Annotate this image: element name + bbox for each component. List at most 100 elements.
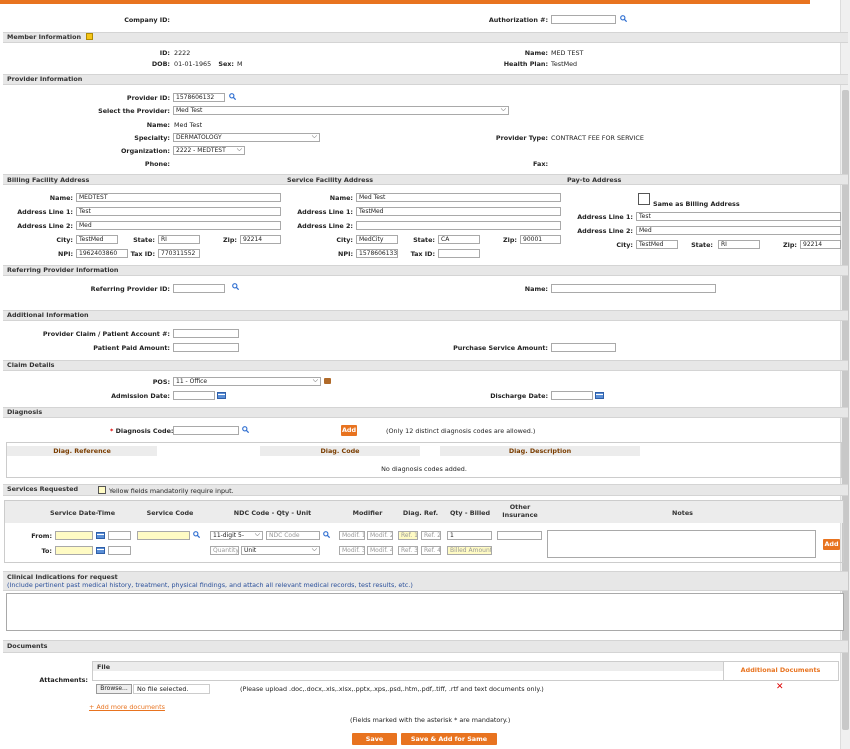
- modifier-1-input[interactable]: Modif. 1: [339, 531, 365, 540]
- patient-paid-input[interactable]: [173, 343, 239, 352]
- authorization-input[interactable]: [551, 15, 616, 24]
- pos-select[interactable]: 11 - Office ⌵: [173, 377, 321, 386]
- add-more-documents-link[interactable]: + Add more documents: [89, 703, 165, 711]
- referring-id-input[interactable]: [173, 284, 225, 293]
- same-as-billing-label: Same as Billing Address: [653, 200, 740, 208]
- service-tax-input[interactable]: [438, 249, 480, 258]
- same-as-billing-checkbox[interactable]: [638, 193, 650, 205]
- save-button[interactable]: Save: [352, 733, 397, 745]
- phone-label: Phone:: [144, 160, 170, 168]
- service-city-input[interactable]: MedCity: [356, 235, 398, 244]
- service-facility-title: Service Facility Address: [287, 176, 374, 184]
- save-and-add-button[interactable]: Save & Add for Same Member: [401, 733, 497, 749]
- service-addr1-input[interactable]: TestMed: [356, 207, 561, 216]
- alert-icon[interactable]: [86, 33, 94, 40]
- modifier-4-input[interactable]: Modif. 4: [367, 546, 393, 555]
- browse-button[interactable]: Browse...: [96, 684, 132, 694]
- ndc-header: NDC Code - Qty - Unit: [233, 509, 312, 517]
- service-state-input[interactable]: CA: [438, 235, 480, 244]
- member-id-value: 2222: [174, 49, 191, 57]
- other-insurance-header: Other Insurance: [502, 503, 538, 519]
- billing-addr2-input[interactable]: Med: [76, 221, 281, 230]
- calendar-icon[interactable]: [217, 392, 226, 399]
- specialty-label: Specialty:: [134, 134, 170, 142]
- truck-icon[interactable]: [324, 378, 331, 384]
- billing-zip-input[interactable]: 92214: [240, 235, 281, 244]
- billing-city-input[interactable]: TestMed: [76, 235, 118, 244]
- add-service-button[interactable]: Add: [823, 539, 840, 550]
- chevron-down-icon: ⌵: [236, 146, 242, 153]
- calendar-icon[interactable]: [595, 392, 604, 399]
- payto-zip-input[interactable]: 92214: [800, 240, 841, 249]
- required-asterisk: *: [110, 427, 114, 435]
- ndc-unit-select[interactable]: Unit ⌵: [241, 546, 320, 555]
- service-name-input[interactable]: Med Test: [356, 193, 561, 202]
- payto-addr1-input[interactable]: Test: [636, 212, 841, 221]
- to-time-input[interactable]: [108, 546, 131, 555]
- billing-facility-title: Billing Facility Address: [7, 176, 90, 184]
- other-insurance-input[interactable]: [497, 531, 542, 540]
- admission-date-input[interactable]: [173, 391, 215, 400]
- billing-tax-input[interactable]: 770311552: [158, 249, 200, 258]
- service-tax-label: Tax ID:: [410, 250, 435, 258]
- search-icon[interactable]: [620, 15, 627, 22]
- organization-select[interactable]: 2222 - MEDTEST ⌵: [173, 146, 245, 155]
- payto-addr2-input[interactable]: Med: [636, 226, 841, 235]
- billing-addr1-input[interactable]: Test: [76, 207, 281, 216]
- member-dob-label: DOB:: [151, 60, 170, 68]
- additional-information-header: Additional Information: [3, 310, 848, 321]
- from-time-input[interactable]: [108, 531, 131, 540]
- service-addr2-input[interactable]: [356, 221, 561, 230]
- service-zip-input[interactable]: 90001: [520, 235, 561, 244]
- mandatory-fields-note: (Fields marked with the asterisk * are m…: [350, 716, 511, 724]
- claim-account-input[interactable]: [173, 329, 239, 338]
- calendar-icon[interactable]: [96, 532, 105, 539]
- to-date-input[interactable]: [55, 546, 93, 555]
- diagnosis-empty-message: No diagnosis codes added.: [381, 465, 467, 473]
- provider-select[interactable]: Med Test ⌵: [173, 106, 509, 115]
- payto-city-input[interactable]: TestMed: [636, 240, 678, 249]
- quantity-input[interactable]: 1: [447, 531, 492, 540]
- remove-document-icon[interactable]: ✕: [776, 683, 784, 692]
- referring-name-input[interactable]: [551, 284, 716, 293]
- notes-textarea[interactable]: [547, 530, 816, 558]
- from-date-input[interactable]: [55, 531, 93, 540]
- payto-state-input[interactable]: RI: [718, 240, 760, 249]
- diag-ref-4-input[interactable]: Ref. 4: [421, 546, 441, 555]
- purchase-service-input[interactable]: [551, 343, 616, 352]
- ndc-type-select[interactable]: 11-digit 5- ⌵: [210, 531, 263, 540]
- provider-id-label: Provider ID:: [126, 94, 170, 102]
- specialty-select[interactable]: DERMATOLOGY ⌵: [173, 133, 320, 142]
- provider-id-input[interactable]: 1578606132: [173, 93, 225, 102]
- diagnosis-code-input[interactable]: [173, 426, 239, 435]
- discharge-date-input[interactable]: [551, 391, 593, 400]
- billing-npi-input[interactable]: 1962403860: [76, 249, 128, 258]
- ndc-code-input[interactable]: NDC Code: [266, 531, 320, 540]
- service-city-label: City:: [336, 236, 353, 244]
- referring-provider-header: Referring Provider Information: [3, 265, 848, 276]
- service-npi-input[interactable]: 1578606133: [356, 249, 398, 258]
- top-accent-bar: [0, 0, 810, 4]
- service-code-input[interactable]: [137, 531, 190, 540]
- billing-city-label: City:: [56, 236, 73, 244]
- modifier-2-input[interactable]: Modif. 2: [367, 531, 393, 540]
- search-icon[interactable]: [242, 426, 249, 433]
- payto-addr1-label: Address Line 1:: [577, 213, 633, 221]
- calendar-icon[interactable]: [96, 547, 105, 554]
- diag-ref-1-input[interactable]: Ref. 1: [398, 531, 418, 540]
- billed-amount-input[interactable]: Billed Amount: [447, 546, 492, 555]
- search-icon[interactable]: [193, 531, 200, 538]
- search-icon[interactable]: [232, 283, 239, 290]
- clinical-indications-textarea[interactable]: [6, 593, 844, 631]
- billing-state-input[interactable]: RI: [158, 235, 200, 244]
- billing-name-input[interactable]: MEDTEST: [76, 193, 281, 202]
- search-icon[interactable]: [323, 531, 330, 538]
- to-label: To:: [41, 547, 52, 555]
- search-icon[interactable]: [229, 93, 236, 100]
- diag-ref-3-input[interactable]: Ref. 3: [398, 546, 418, 555]
- ndc-quantity-input[interactable]: Quantity: [210, 546, 239, 555]
- vertical-scrollbar[interactable]: [840, 0, 850, 749]
- modifier-3-input[interactable]: Modif. 3: [339, 546, 365, 555]
- add-diagnosis-button[interactable]: Add: [341, 425, 357, 436]
- diag-ref-2-input[interactable]: Ref. 2: [421, 531, 441, 540]
